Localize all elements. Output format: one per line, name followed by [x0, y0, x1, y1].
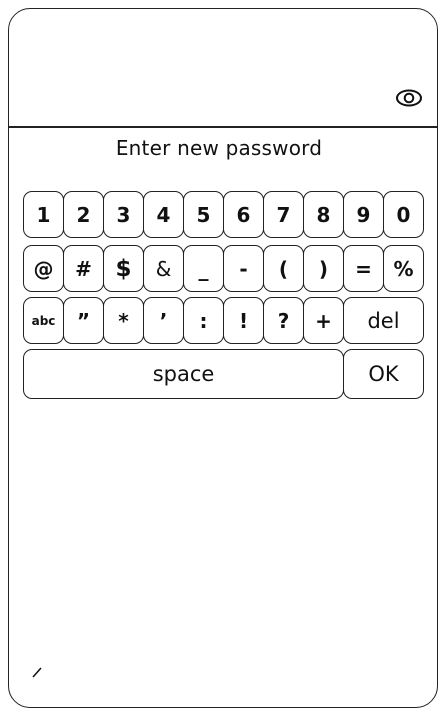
key-5[interactable]: 5: [183, 191, 224, 238]
key-right-paren[interactable]: ): [303, 245, 344, 292]
key-asterisk[interactable]: *: [103, 297, 144, 344]
key-4[interactable]: 4: [143, 191, 184, 238]
key-percent[interactable]: %: [383, 245, 424, 292]
key-ampersand[interactable]: &: [143, 245, 184, 292]
input-underline: [9, 126, 438, 128]
key-0[interactable]: 0: [383, 191, 424, 238]
key-space[interactable]: space: [23, 349, 344, 399]
key-left-paren[interactable]: (: [263, 245, 304, 292]
key-double-quote[interactable]: ”: [63, 297, 104, 344]
slash-mark: [32, 667, 42, 678]
key-at[interactable]: @: [23, 245, 64, 292]
key-6[interactable]: 6: [223, 191, 264, 238]
key-3[interactable]: 3: [103, 191, 144, 238]
key-plus[interactable]: +: [303, 297, 344, 344]
key-8[interactable]: 8: [303, 191, 344, 238]
password-prompt: Enter new password: [115, 136, 323, 160]
key-2[interactable]: 2: [63, 191, 104, 238]
key-hash[interactable]: #: [63, 245, 104, 292]
key-abc[interactable]: abc: [23, 297, 64, 344]
key-equals[interactable]: =: [343, 245, 384, 292]
key-question[interactable]: ?: [263, 297, 304, 344]
key-apostrophe[interactable]: ’: [143, 297, 184, 344]
key-9[interactable]: 9: [343, 191, 384, 238]
key-exclamation[interactable]: !: [223, 297, 264, 344]
key-dollar[interactable]: $: [103, 245, 144, 292]
key-ok[interactable]: OK: [343, 349, 424, 399]
key-del[interactable]: del: [343, 297, 424, 344]
key-colon[interactable]: :: [183, 297, 224, 344]
key-hyphen[interactable]: -: [223, 245, 264, 292]
key-1[interactable]: 1: [23, 191, 64, 238]
key-underscore[interactable]: _: [183, 245, 224, 292]
key-7[interactable]: 7: [263, 191, 304, 238]
eye-icon[interactable]: [395, 88, 423, 108]
